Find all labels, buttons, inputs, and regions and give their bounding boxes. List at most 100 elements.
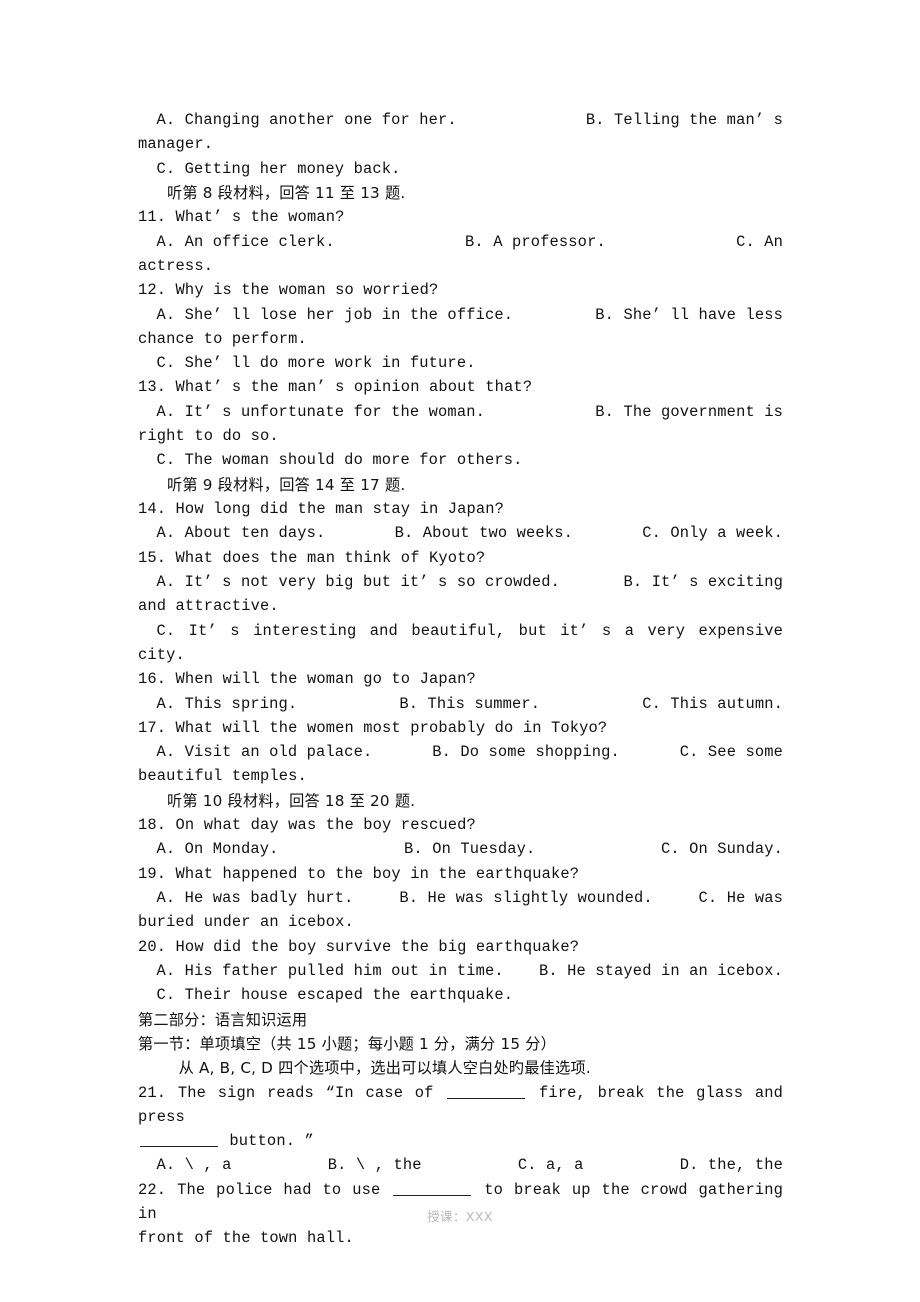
- question-line: 18. On what day was the boy rescued?: [138, 816, 476, 835]
- option-b: B. About two weeks.: [394, 524, 573, 543]
- question-line: 12. Why is the woman so worried?: [138, 281, 439, 300]
- option-a: A. Visit an old palace.: [156, 743, 373, 762]
- option-c: C. Only a week.: [642, 524, 783, 543]
- option-a: A. This spring.: [156, 694, 298, 713]
- option-a: A. He was badly hurt.: [156, 889, 354, 907]
- option-b: B. He was slightly wounded.: [399, 889, 653, 907]
- column-gap: [606, 230, 736, 254]
- column-gap: [485, 400, 595, 424]
- option-row: A. \ , a B. \ , the C. a, a D. the, the: [138, 1153, 783, 1177]
- chinese-directive-line: 从 A, B, C, D 四个选项中，选出可以填人空白处旳最佳选项.: [178, 1059, 591, 1078]
- page-footer: 授课：XXX: [427, 1209, 493, 1224]
- column-gap: [535, 837, 661, 861]
- question-line: C. It’ s interesting and beautiful, but …: [138, 621, 793, 664]
- option-row: A. Visit an old palace. B. Do some shoppi…: [138, 740, 783, 764]
- column-gap: [540, 692, 642, 716]
- option-b: B. Do some shopping.: [432, 743, 620, 762]
- option-a: A. An office clerk.: [156, 232, 335, 251]
- column-gap: [573, 521, 642, 545]
- option-c: C. He was: [698, 889, 784, 907]
- question-line-with-blank: button. ”: [138, 1129, 783, 1153]
- question-line: right to do so.: [138, 427, 279, 446]
- option-row: A. This spring. B. This summer. C. This au…: [138, 692, 783, 716]
- column-gap: [504, 959, 539, 983]
- question-line: and attractive.: [138, 597, 279, 616]
- option-b: B. He stayed in an icebox.: [538, 961, 783, 980]
- column-gap: [653, 886, 699, 910]
- column-gap: [297, 692, 399, 716]
- question-line: chance to perform.: [138, 329, 307, 348]
- question-line: 15. What does the man think of Kyoto?: [138, 548, 486, 567]
- column-gap: [335, 230, 465, 254]
- question-line: beautiful temples.: [138, 767, 307, 786]
- option-c: C. This autumn.: [642, 694, 784, 713]
- option-c: C. On Sunday.: [660, 840, 783, 859]
- question-line-with-blank: 21. The sign reads “In case of fire, bre…: [138, 1083, 793, 1126]
- option-b: B. \ , the: [327, 1156, 422, 1175]
- option-row: A. It’ s unfortunate for the woman. B. Th…: [138, 400, 783, 424]
- option-d: D. the, the: [679, 1156, 783, 1175]
- option-c: C. An: [736, 232, 784, 251]
- question-line: 17. What will the women most probably do…: [138, 718, 608, 737]
- option-b: B. The government is: [595, 402, 783, 421]
- column-gap: [584, 1153, 680, 1177]
- option-a: A. His father pulled him out in time.: [156, 961, 504, 980]
- question-line: front of the town hall.: [138, 1229, 354, 1248]
- question-line: 19. What happened to the boy in the eart…: [138, 864, 580, 883]
- question-body: A. Changing another one for her. B. Telli…: [138, 108, 783, 1251]
- question-line: 14. How long did the man stay in Japan?: [138, 500, 505, 518]
- option-row: A. Changing another one for her. B. Telli…: [138, 108, 783, 132]
- chinese-directive-line: 听第 9 段材料，回答 14 至 17 题.: [166, 475, 406, 494]
- question-line: 11. What’ s the woman?: [138, 208, 345, 227]
- column-gap: [422, 1153, 518, 1177]
- column-gap: [513, 303, 595, 327]
- column-gap: [457, 108, 586, 132]
- fill-in-blank[interactable]: [393, 1194, 472, 1196]
- option-row: A. About ten days. B. About two weeks. C. …: [138, 521, 783, 545]
- option-b: B. This summer.: [399, 694, 541, 713]
- column-gap: [354, 886, 400, 910]
- fill-in-blank[interactable]: [447, 1097, 526, 1099]
- option-b: B. A professor.: [465, 232, 606, 251]
- option-row: A. It’ s not very big but it’ s so crowd…: [138, 570, 783, 594]
- option-row: A. His father pulled him out in time. B. …: [138, 959, 783, 983]
- option-a: A. She’ ll lose her job in the office.: [156, 305, 514, 324]
- option-c: C. a, a: [517, 1156, 584, 1175]
- column-gap: [620, 740, 680, 764]
- question-line: actress.: [138, 256, 214, 275]
- column-gap: [232, 1153, 328, 1177]
- chinese-directive-line: 听第 10 段材料，回答 18 至 20 题.: [166, 791, 416, 810]
- question-line: manager.: [138, 135, 214, 154]
- question-line: 13. What’ s the man’ s opinion about tha…: [138, 378, 533, 397]
- question-line: C. The woman should do more for others.: [156, 451, 523, 470]
- option-row: A. He was badly hurt. B. He was slightly …: [138, 886, 783, 910]
- option-b: B. She’ ll have less: [595, 305, 783, 324]
- question-line: 20. How did the boy survive the big eart…: [138, 937, 580, 956]
- question-line: 16. When will the woman go to Japan?: [138, 670, 476, 689]
- option-a: A. Changing another one for her.: [156, 111, 457, 129]
- option-a: A. On Monday.: [156, 840, 279, 859]
- option-a: A. It’ s not very big but it’ s so crowd…: [156, 572, 561, 591]
- column-gap: [279, 837, 405, 861]
- option-row: A. She’ ll lose her job in the office. B.…: [138, 303, 783, 327]
- option-c: C. See some: [679, 743, 784, 762]
- column-gap: [372, 740, 432, 764]
- chinese-directive-line: 第一节：单项填空（共 15 小题；每小题 1 分，满分 15 分）: [138, 1034, 557, 1053]
- option-b: B. It’ s exciting: [623, 572, 783, 591]
- question-line: C. Getting her money back.: [156, 159, 401, 178]
- option-row: A. An office clerk. B. A professor. C. An: [138, 230, 783, 254]
- chinese-directive-line: 第二部分：语言知识运用: [138, 1010, 308, 1029]
- option-b: B. On Tuesday.: [404, 840, 536, 859]
- chinese-directive-line: 听第 8 段材料，回答 11 至 13 题.: [166, 183, 406, 202]
- option-row: A. On Monday. B. On Tuesday. C. On Sunday.: [138, 837, 783, 861]
- exam-paper-page: A. Changing another one for her. B. Telli…: [0, 0, 920, 1302]
- column-gap: [560, 570, 623, 594]
- option-b: B. Telling the man’ s: [585, 111, 783, 129]
- fill-in-blank[interactable]: [140, 1146, 218, 1148]
- question-line: C. She’ ll do more work in future.: [156, 354, 476, 373]
- column-gap: [325, 521, 394, 545]
- option-a: A. \ , a: [156, 1156, 232, 1175]
- question-line: C. Their house escaped the earthquake.: [156, 986, 514, 1005]
- question-line: buried under an icebox.: [138, 913, 354, 932]
- option-a: A. It’ s unfortunate for the woman.: [156, 402, 485, 421]
